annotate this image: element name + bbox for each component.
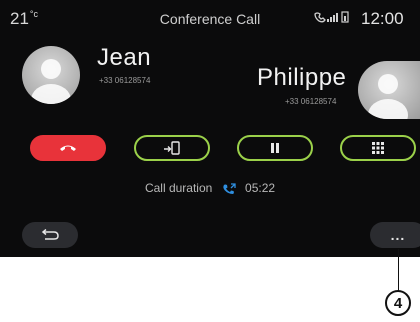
hang-up-button[interactable] bbox=[30, 135, 106, 161]
more-options-button[interactable]: ... bbox=[370, 222, 420, 248]
call-duration-value: 05:22 bbox=[245, 181, 276, 195]
participant-name-jean: Jean bbox=[97, 44, 152, 71]
back-button[interactable] bbox=[22, 222, 78, 248]
participant-number-jean: +33 06128574 bbox=[99, 76, 151, 85]
callout-line bbox=[398, 249, 399, 295]
pause-button[interactable] bbox=[237, 135, 313, 161]
participant-name-philippe: Philippe bbox=[257, 64, 347, 91]
screen-title: Conference Call bbox=[159, 11, 261, 27]
person-silhouette-icon bbox=[368, 74, 408, 119]
back-arrow-icon bbox=[41, 229, 59, 240]
phone-icon bbox=[223, 183, 236, 194]
status-bar: 21°c Conference Call 12:00 bbox=[0, 0, 420, 34]
call-duration: Call duration 05:22 bbox=[0, 181, 420, 195]
person-silhouette-icon bbox=[31, 59, 71, 104]
hang-up-icon bbox=[60, 145, 76, 151]
pause-icon bbox=[271, 143, 279, 153]
avatar-jean bbox=[22, 46, 80, 104]
callout-marker: 4 bbox=[385, 290, 411, 316]
car-display-screen: 21°c Conference Call 12:00 Jean +33 0612… bbox=[0, 0, 420, 257]
transfer-to-phone-icon bbox=[164, 141, 180, 155]
avatar-philippe bbox=[358, 61, 420, 119]
phone-signal-battery-icon bbox=[314, 11, 349, 23]
transfer-to-phone-button[interactable] bbox=[134, 135, 210, 161]
call-duration-label: Call duration bbox=[144, 181, 213, 195]
participant-number-philippe: +33 06128574 bbox=[285, 97, 337, 106]
clock: 12:00 bbox=[361, 9, 404, 28]
keypad-icon bbox=[372, 142, 384, 154]
keypad-button[interactable] bbox=[340, 135, 416, 161]
